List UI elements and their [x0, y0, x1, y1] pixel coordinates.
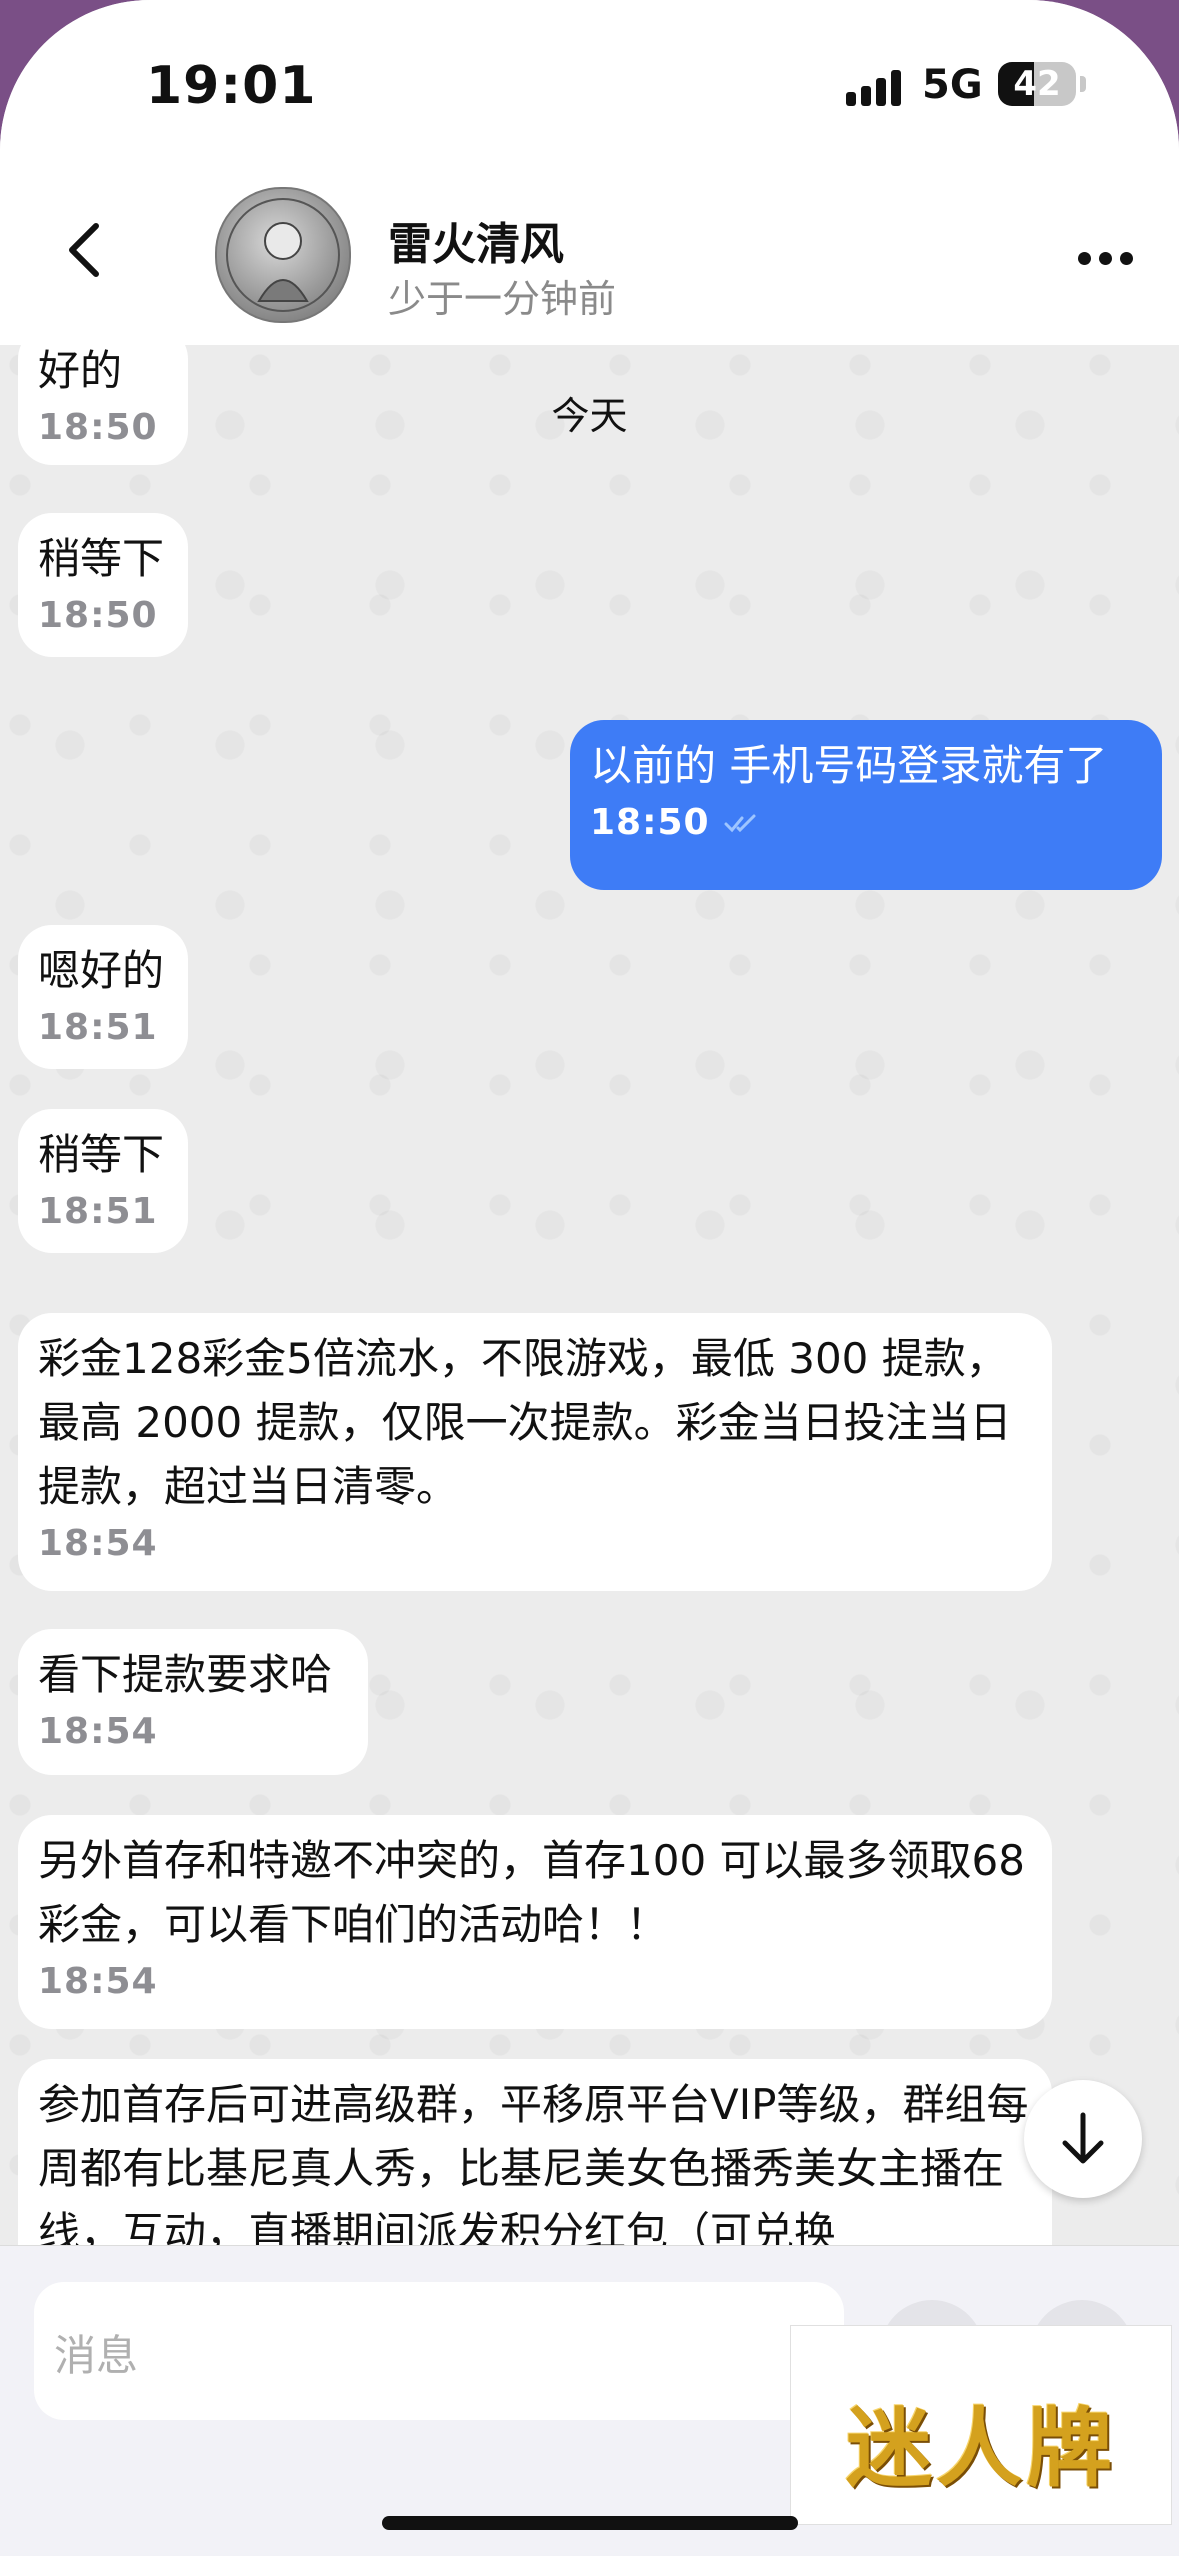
message-bubble[interactable]: 另外首存和特邀不冲突的，首存100 可以最多领取68彩金，可以看下咱们的活动哈！… — [18, 1815, 1052, 2029]
contact-name[interactable]: 雷火清风 — [388, 208, 564, 272]
scroll-to-bottom-button[interactable] — [1024, 2080, 1142, 2198]
message-time: 18:54 — [38, 1523, 158, 1564]
more-options-button[interactable] — [1078, 252, 1134, 266]
message-bubble-outgoing[interactable]: 以前的 手机号码登录就有了 18:50 — [570, 720, 1162, 890]
network-label: 5G — [922, 62, 983, 108]
message-bubble[interactable]: 嗯好的 18:51 — [18, 925, 188, 1069]
message-time: 18:50 — [38, 595, 158, 636]
message-text: 好的 — [38, 346, 123, 395]
message-time: 18:54 — [38, 1961, 158, 2002]
avatar[interactable] — [215, 187, 351, 323]
message-input[interactable]: 消息 — [34, 2282, 844, 2420]
message-time: 18:50 — [590, 802, 710, 843]
watermark-text: 迷人牌 — [846, 2398, 1116, 2499]
status-time: 19:01 — [146, 56, 317, 116]
message-time: 18:50 — [38, 407, 158, 448]
arrow-down-icon — [1062, 2112, 1104, 2164]
back-button[interactable] — [56, 220, 116, 280]
message-bubble[interactable]: 稍等下 18:51 — [18, 1109, 188, 1253]
chevron-left-icon — [69, 223, 99, 277]
message-time: 18:54 — [38, 1711, 158, 1752]
message-time: 18:51 — [38, 1191, 158, 1232]
signal-icon — [846, 66, 906, 106]
message-bubble[interactable]: 好的 18:50 — [18, 345, 188, 465]
message-list[interactable]: 今天 好的 18:50 稍等下 18:50 以前的 手机号码登录就有了 18:5… — [0, 345, 1179, 2245]
message-input-placeholder: 消息 — [54, 2331, 139, 2380]
message-text: 参加首存后可进高级群，平移原平台VIP等级，群组每周都有比基尼真人秀，比基尼美女… — [38, 2080, 1029, 2245]
status-bar: 19:01 5G 42 — [0, 0, 1179, 190]
last-seen: 少于一分钟前 — [388, 277, 617, 321]
message-bubble[interactable]: 参加首存后可进高级群，平移原平台VIP等级，群组每周都有比基尼真人秀，比基尼美女… — [18, 2059, 1052, 2245]
message-text: 彩金128彩金5倍流水，不限游戏，最低 300 提款，最高 2000 提款，仅限… — [38, 1334, 1012, 1511]
message-bubble[interactable]: 看下提款要求哈 18:54 — [18, 1629, 368, 1775]
battery-level: 42 — [1013, 64, 1061, 104]
message-text: 稍等下 — [38, 1130, 165, 1179]
message-text: 以前的 手机号码登录就有了 — [590, 741, 1108, 790]
message-time: 18:51 — [38, 1007, 158, 1048]
read-checkmark-icon — [724, 814, 756, 832]
message-text: 另外首存和特邀不冲突的，首存100 可以最多领取68彩金，可以看下咱们的活动哈！… — [38, 1836, 1025, 1949]
battery-icon: 42 — [998, 62, 1086, 106]
message-bubble[interactable]: 稍等下 18:50 — [18, 513, 188, 657]
message-text: 嗯好的 — [38, 946, 165, 995]
message-text: 看下提款要求哈 — [38, 1650, 333, 1699]
home-indicator[interactable] — [382, 2516, 798, 2530]
phone-screen: 19:01 5G 42 雷火清风 少于一分钟前 今天 好的 18:50 稍等下 … — [0, 0, 1179, 2556]
message-bubble[interactable]: 彩金128彩金5倍流水，不限游戏，最低 300 提款，最高 2000 提款，仅限… — [18, 1313, 1052, 1591]
chat-header: 雷火清风 少于一分钟前 — [0, 187, 1179, 345]
message-text: 稍等下 — [38, 534, 165, 583]
watermark-logo: 迷人牌 — [790, 2325, 1172, 2525]
